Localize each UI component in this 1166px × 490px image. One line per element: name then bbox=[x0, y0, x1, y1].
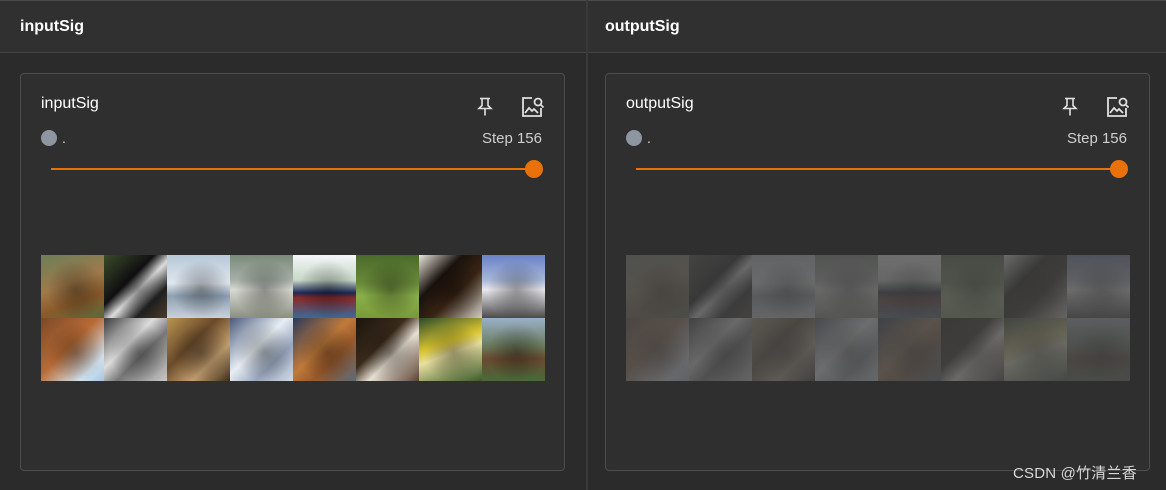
run-color-dot bbox=[626, 130, 642, 146]
image-tile bbox=[41, 318, 104, 381]
step-label: Step 156 bbox=[1066, 130, 1127, 147]
image-tile bbox=[419, 255, 482, 318]
image-search-icon[interactable] bbox=[1105, 94, 1131, 120]
image-tile bbox=[626, 255, 689, 318]
image-tile bbox=[482, 318, 545, 381]
image-tile bbox=[815, 255, 878, 318]
image-tile bbox=[41, 255, 104, 318]
image-card: outputSig . Step 156 bbox=[605, 73, 1150, 471]
panel-outputsig-section: outputSig outputSig . Step 156 bbox=[588, 0, 1166, 490]
image-tile bbox=[230, 318, 293, 381]
image-grid bbox=[41, 255, 545, 381]
step-slider-thumb[interactable] bbox=[1110, 160, 1128, 178]
run-color-dot bbox=[41, 130, 57, 146]
image-tile bbox=[878, 318, 941, 381]
image-tile bbox=[1067, 318, 1130, 381]
step-slider-track[interactable] bbox=[51, 168, 534, 170]
pin-icon[interactable] bbox=[472, 94, 498, 120]
image-tile bbox=[419, 318, 482, 381]
image-tile bbox=[104, 318, 167, 381]
image-tile bbox=[752, 255, 815, 318]
step-slider-thumb[interactable] bbox=[525, 160, 543, 178]
image-tile bbox=[815, 318, 878, 381]
card-title: inputSig bbox=[41, 95, 99, 112]
image-card: inputSig . Step 156 bbox=[20, 73, 565, 471]
image-tile bbox=[167, 255, 230, 318]
image-tile bbox=[293, 255, 356, 318]
section-header[interactable]: outputSig bbox=[588, 0, 1166, 53]
image-tile bbox=[293, 318, 356, 381]
image-tile bbox=[1004, 255, 1067, 318]
image-tile bbox=[356, 255, 419, 318]
image-tile bbox=[230, 255, 293, 318]
image-tile bbox=[167, 318, 230, 381]
run-name: . bbox=[62, 130, 66, 146]
step-slider-track[interactable] bbox=[636, 168, 1119, 170]
image-tile bbox=[1067, 255, 1130, 318]
step-label: Step 156 bbox=[481, 130, 542, 147]
section-header[interactable]: inputSig bbox=[0, 0, 586, 53]
card-title: outputSig bbox=[626, 95, 694, 112]
image-tile bbox=[689, 318, 752, 381]
image-search-icon[interactable] bbox=[520, 94, 546, 120]
image-tile bbox=[1004, 318, 1067, 381]
image-tile bbox=[104, 255, 167, 318]
pin-icon[interactable] bbox=[1057, 94, 1083, 120]
image-grid bbox=[626, 255, 1130, 381]
image-tile bbox=[941, 318, 1004, 381]
image-tile bbox=[482, 255, 545, 318]
watermark: CSDN @竹清兰香 bbox=[1013, 465, 1137, 482]
run-name: . bbox=[647, 130, 651, 146]
image-tile bbox=[752, 318, 815, 381]
image-tile bbox=[878, 255, 941, 318]
image-tile bbox=[941, 255, 1004, 318]
image-tile bbox=[626, 318, 689, 381]
panel-inputsig-section: inputSig inputSig . Step 156 bbox=[0, 0, 586, 490]
image-tile bbox=[689, 255, 752, 318]
image-tile bbox=[356, 318, 419, 381]
